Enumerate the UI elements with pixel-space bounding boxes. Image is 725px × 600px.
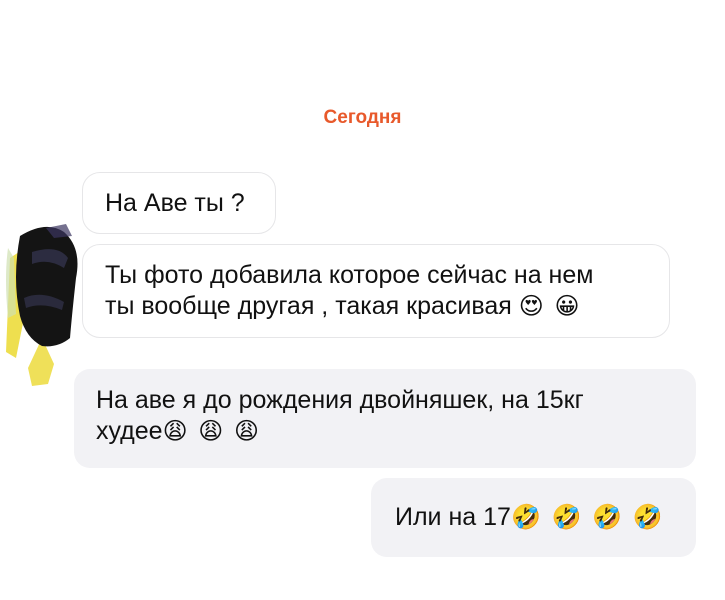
message-text-line: Или на 17🤣 🤣 🤣 🤣	[395, 502, 678, 533]
message-text-line: худее😩 😩 😩	[96, 416, 676, 447]
message-bubble-outgoing[interactable]: На аве я до рождения двойняшек, на 15кг …	[74, 369, 696, 468]
message-text-line: ты вообще другая , такая красивая 😍 😀	[105, 291, 651, 322]
message-bubble-incoming[interactable]: Ты фото добавила которое сейчас на нем т…	[82, 244, 670, 338]
message-text: Или на 17	[395, 503, 511, 531]
message-text: худее	[96, 417, 163, 445]
message-bubble-outgoing[interactable]: Или на 17🤣 🤣 🤣 🤣	[371, 478, 696, 557]
emoji-group: 🤣 🤣 🤣 🤣	[510, 504, 665, 531]
emoji-group: 😍 😀	[518, 293, 582, 320]
message-text: На Аве ты ?	[105, 189, 245, 217]
message-bubble-incoming[interactable]: На Аве ты ?	[82, 172, 276, 234]
date-separator: Сегодня	[323, 107, 402, 128]
message-text: ты вообще другая , такая красивая	[105, 292, 512, 320]
message-text: На аве я до рождения двойняшек, на 15кг	[96, 386, 584, 414]
emoji-group: 😩 😩 😩	[162, 418, 261, 445]
message-text: Ты фото добавила которое сейчас на нем	[105, 261, 594, 289]
chat-thread: Сегодня На Аве ты ? Ты фото добавила кот…	[0, 0, 725, 600]
sender-avatar-icon[interactable]	[2, 218, 82, 390]
